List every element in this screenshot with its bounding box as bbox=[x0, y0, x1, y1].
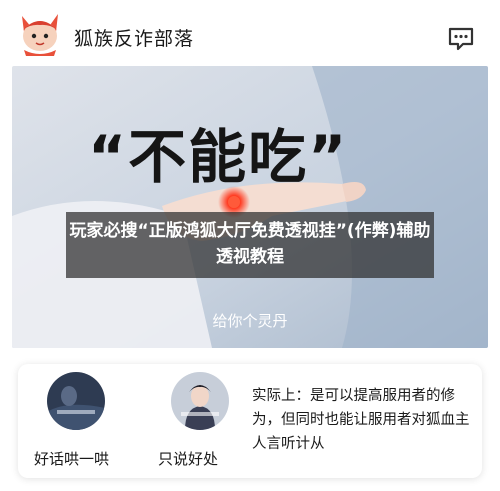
card-item-coax[interactable]: 好话哄一哄 bbox=[34, 372, 144, 472]
fox-mascot-icon[interactable] bbox=[14, 8, 66, 58]
article-title-overlay[interactable]: 玩家必搜“正版鸿狐大厅免费透视挂”(作弊)辅助透视教程 bbox=[66, 212, 434, 278]
hero-scene-image bbox=[12, 66, 488, 348]
hero-sub-caption: 给你个灵丹 bbox=[212, 312, 288, 330]
dark-scene-thumbnail bbox=[47, 372, 105, 430]
hero-quote: “不能吃” bbox=[88, 123, 349, 191]
card-item-label: 好话哄一哄 bbox=[34, 450, 110, 468]
card-description: 实际上：是可以提高服用者的修为，但同时也能让服用者对狐血主人言听计从 bbox=[252, 388, 470, 452]
app-header: 狐族反诈部落 bbox=[0, 0, 500, 64]
costume-character-thumbnail bbox=[171, 372, 229, 430]
hero-image[interactable]: “不能吃” 给你个灵丹 bbox=[12, 66, 488, 348]
info-card: 好话哄一哄 只说好处 实际上：是可以提高服用者的修为，但同时也能让服用者对狐血主… bbox=[18, 364, 482, 478]
app-title: 狐族反诈部落 bbox=[74, 28, 195, 50]
article-title: 玩家必搜“正版鸿狐大厅免费透视挂”(作弊)辅助透视教程 bbox=[69, 221, 431, 267]
chat-bubble-icon[interactable] bbox=[447, 26, 475, 52]
